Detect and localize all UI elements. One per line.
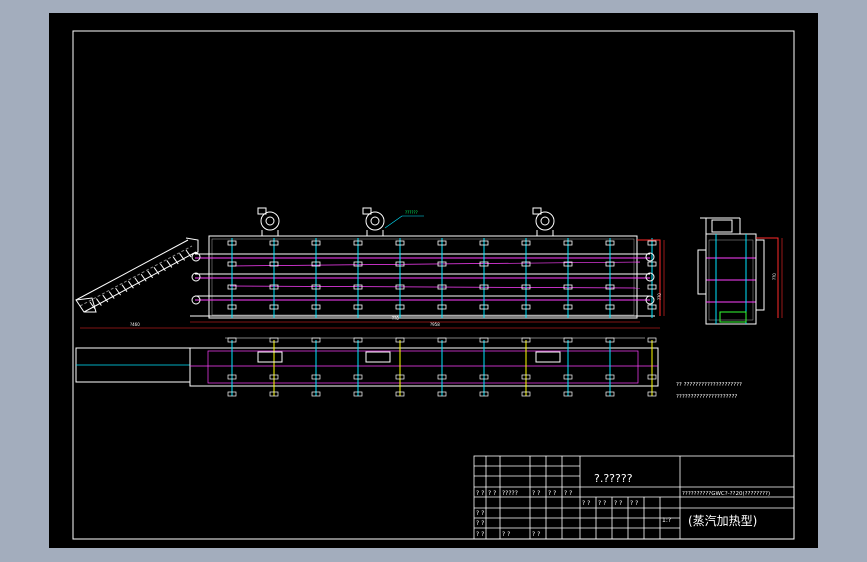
title-subtitle: (蒸汽加热型): [688, 513, 757, 528]
tb-cell: ? ?: [630, 500, 638, 507]
dim-right: ??0: [657, 293, 662, 300]
title-project-name: ?.?????: [594, 472, 633, 485]
tb-cell: ? ?: [582, 500, 590, 507]
dim-mid-bottom: ?958: [430, 322, 440, 327]
tb-cell: ? ?: [476, 520, 484, 527]
tb-cell: ? ?: [564, 490, 572, 497]
tb-cell: ? ?: [476, 510, 484, 517]
callout-text: ??????: [405, 210, 418, 215]
cad-drawing-canvas: ?????? ?460 ??0 ?958 ??0 ??0 ?? ????????…: [49, 13, 818, 548]
drawing-paper: [49, 13, 818, 548]
note-line-2: ?????????????????????: [676, 394, 737, 400]
tb-cell: ? ?: [548, 490, 556, 497]
tb-cell: ?????: [502, 490, 518, 497]
title-sheet-ref: 1:?: [662, 517, 671, 524]
tb-cell: ? ?: [476, 490, 484, 497]
dim-left: ?460: [130, 322, 140, 327]
tb-cell: ? ?: [476, 531, 484, 538]
tb-cell: ? ?: [502, 531, 510, 538]
dim-mid-top: ??0: [392, 316, 399, 321]
title-description: ??????????GWC?-??20(????????): [682, 491, 770, 497]
tb-cell: ? ?: [532, 490, 540, 497]
tb-cell: ? ?: [488, 490, 496, 497]
tb-cell: ? ?: [532, 531, 540, 538]
dim-side-height: ??0: [772, 273, 777, 280]
tb-cell: ? ?: [614, 500, 622, 507]
note-line-1: ?? ????????????????????: [676, 382, 742, 388]
tb-cell: ? ?: [598, 500, 606, 507]
